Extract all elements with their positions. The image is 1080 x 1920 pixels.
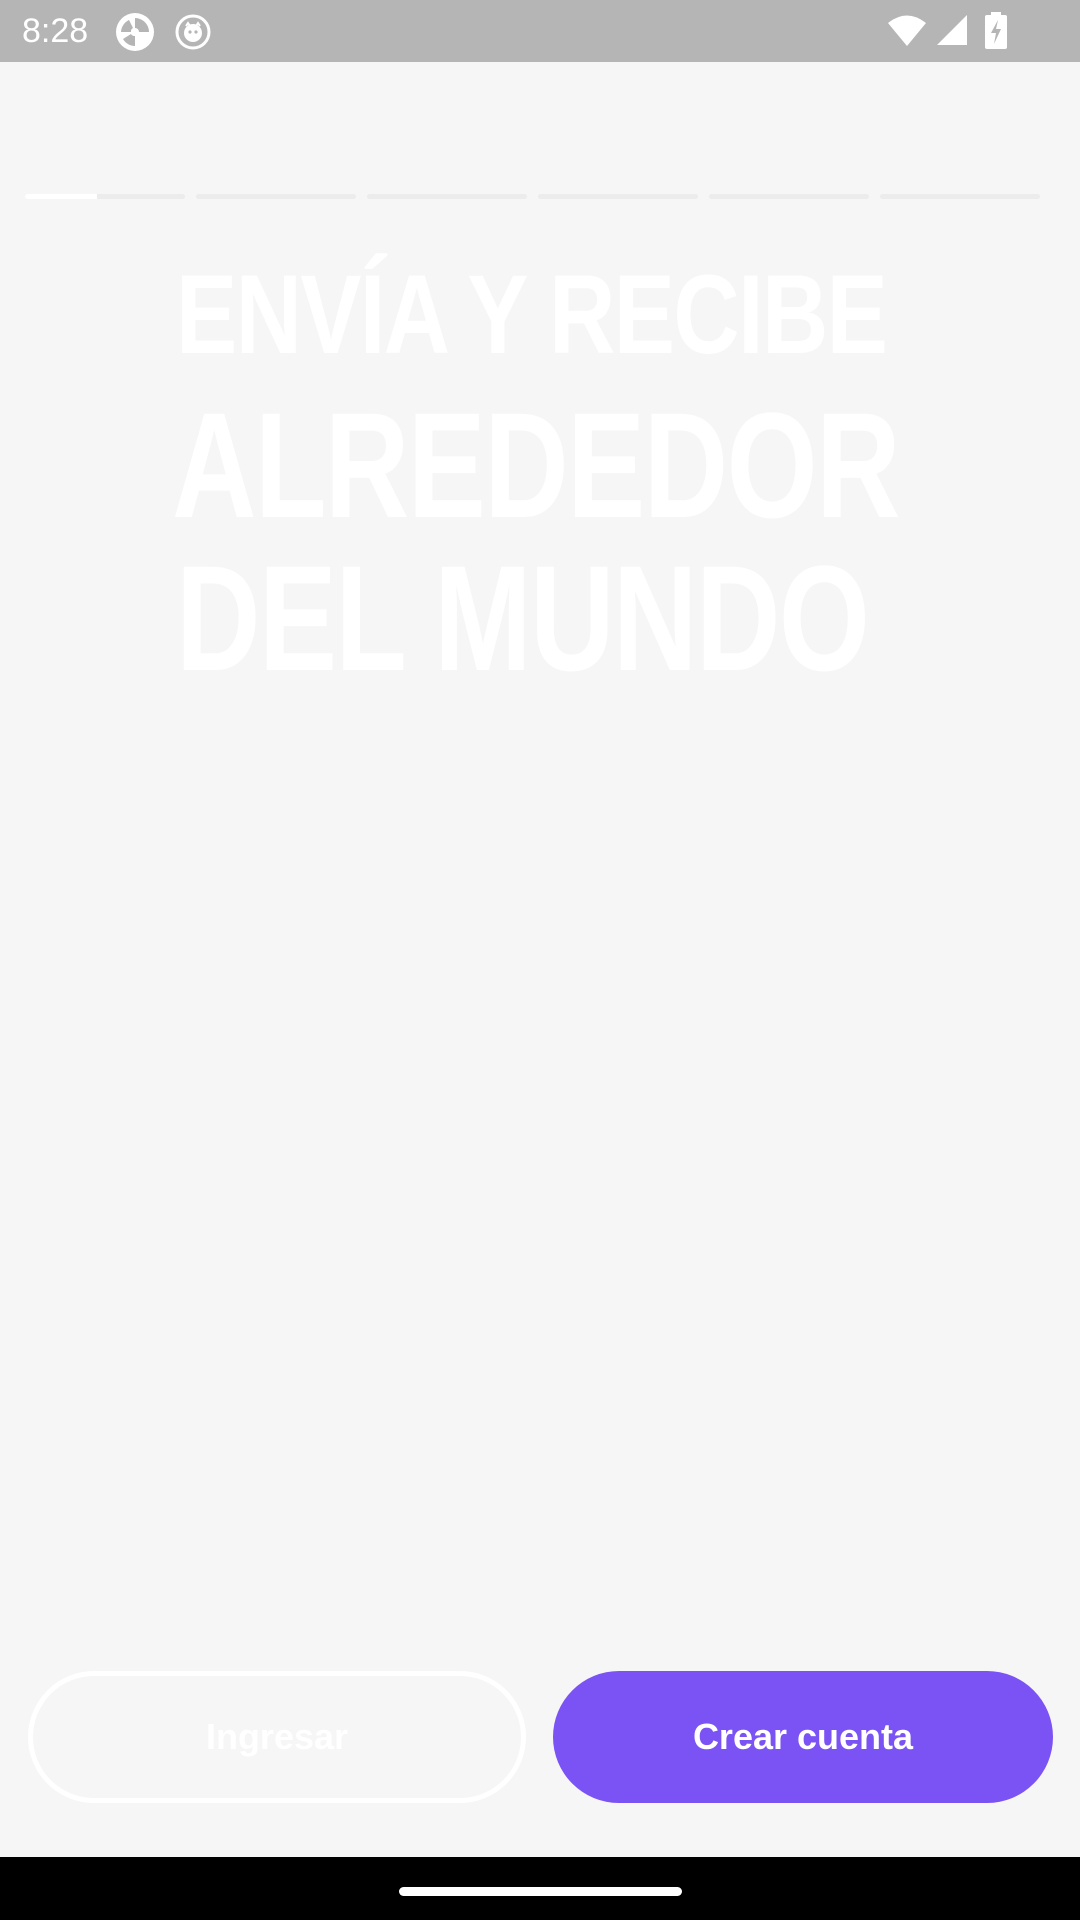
- status-time: 8:28: [22, 12, 89, 50]
- progress-segment: [709, 194, 869, 199]
- app-notification-icon: [175, 14, 211, 50]
- wifi-icon: [888, 15, 926, 46]
- progress-segment: [367, 194, 527, 199]
- progress-segment-fill: [25, 194, 97, 199]
- login-button-label: Ingresar: [205, 1716, 349, 1757]
- onboarding-progress: [25, 194, 1040, 199]
- battery-charging-icon: [985, 12, 1007, 49]
- headline-line-1: ENVÍA Y RECIBE: [176, 252, 888, 377]
- create-account-button[interactable]: Crear cuenta: [553, 1671, 1053, 1803]
- progress-segment: [880, 194, 1040, 199]
- app-notification-icon: [116, 13, 154, 51]
- login-button[interactable]: Ingresar: [28, 1671, 526, 1803]
- progress-segment: [25, 194, 185, 199]
- cell-signal-icon: [937, 15, 967, 45]
- headline-line-2: ALREDEDOR: [172, 381, 901, 549]
- home-indicator[interactable]: [399, 1887, 682, 1896]
- navigation-bar: [0, 1857, 1080, 1920]
- status-bar: 8:28: [0, 0, 1080, 62]
- create-account-button-label: Crear cuenta: [692, 1716, 914, 1757]
- headline-line-3: DEL MUNDO: [176, 534, 870, 702]
- progress-segment: [538, 194, 698, 199]
- progress-segment: [196, 194, 356, 199]
